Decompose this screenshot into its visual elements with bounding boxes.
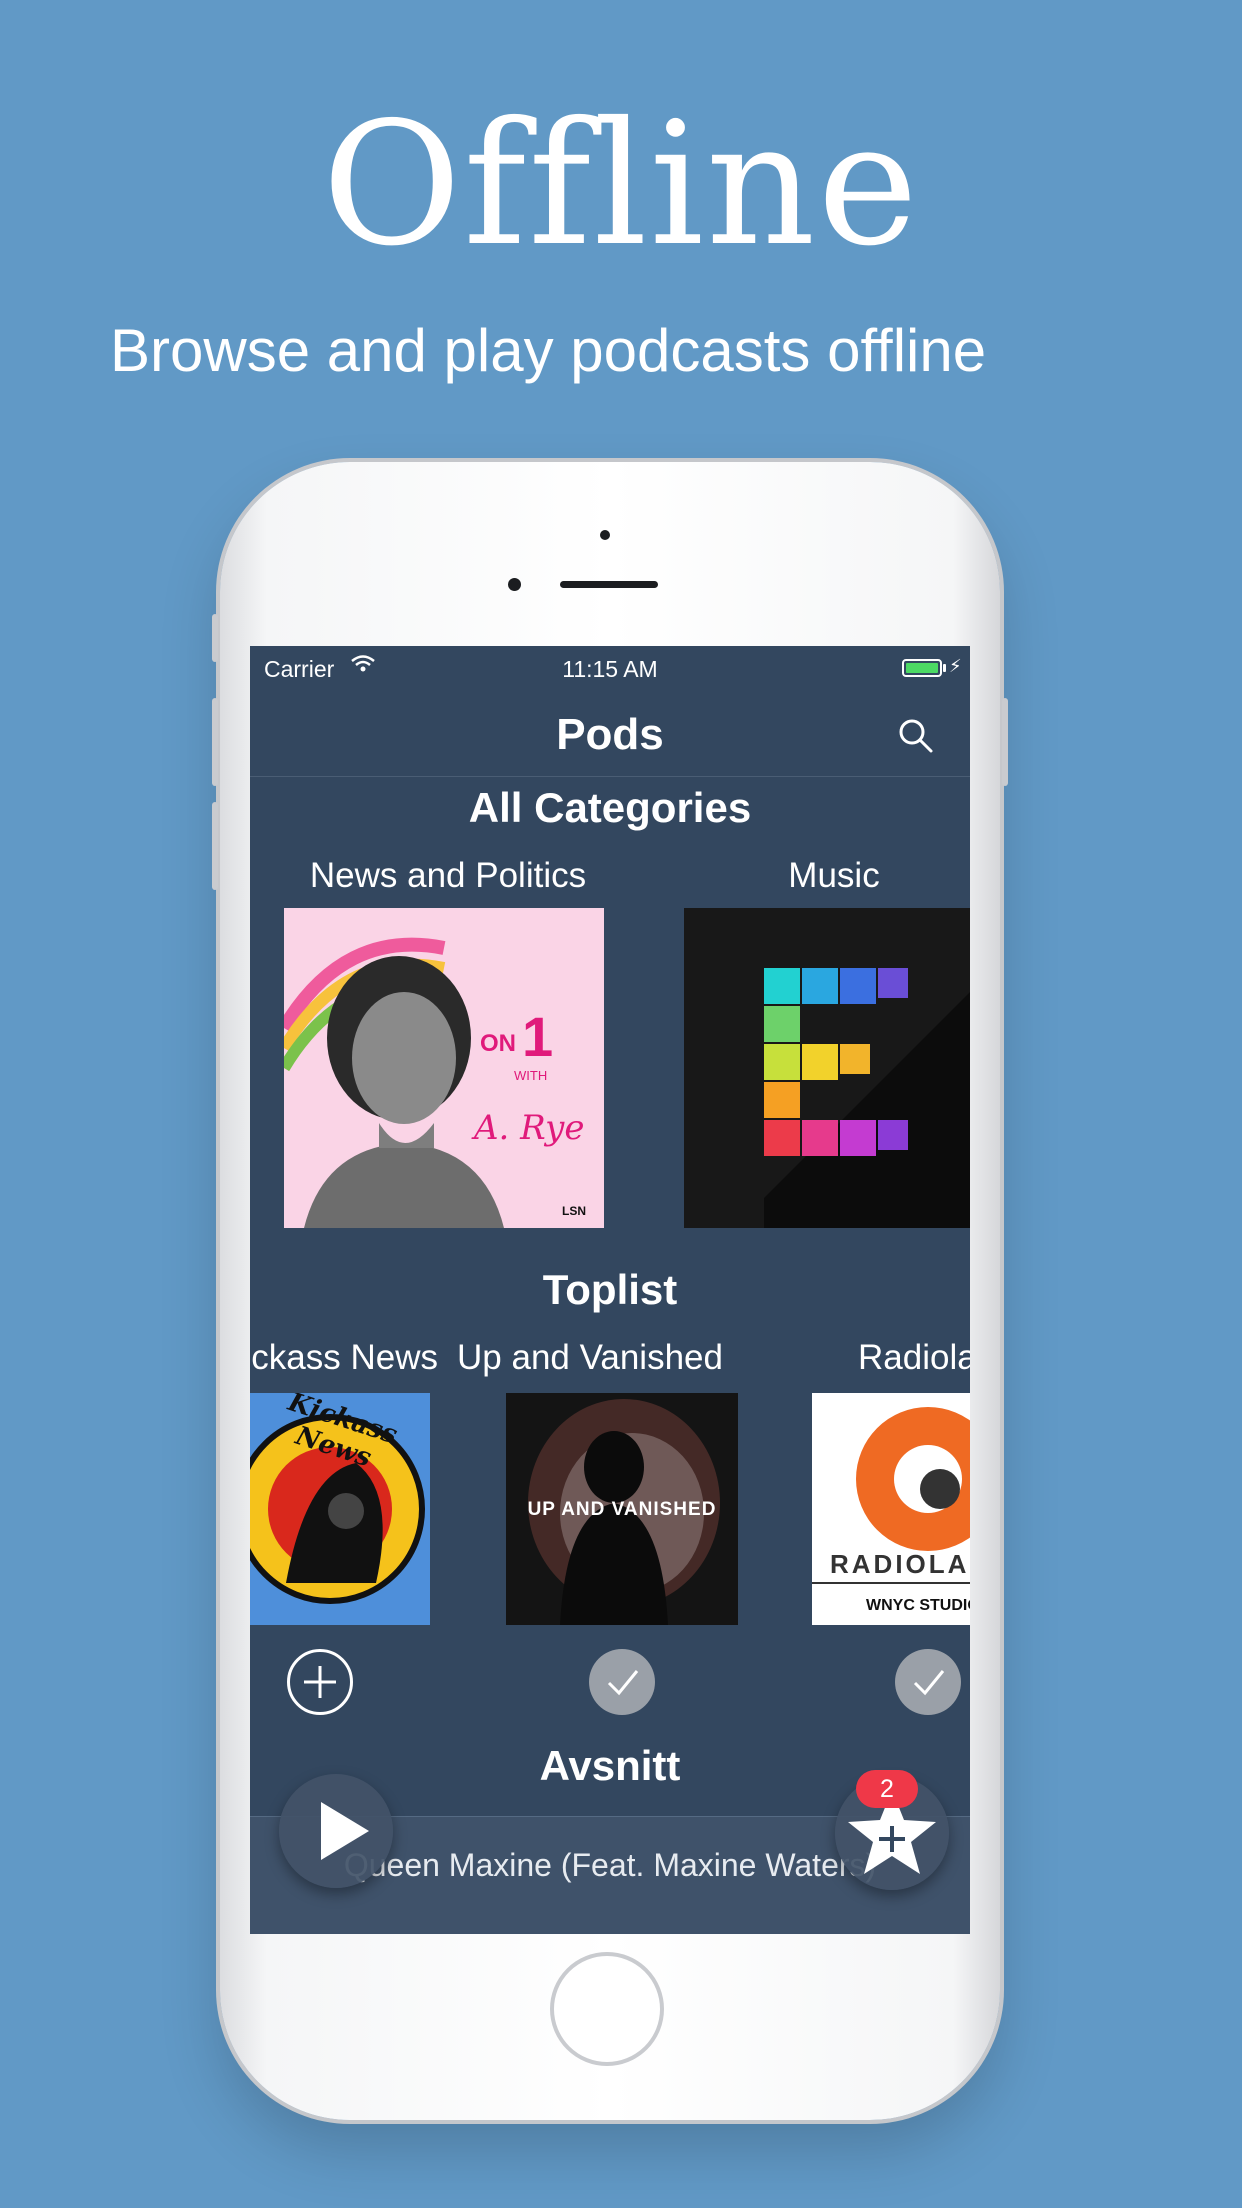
front-camera (600, 530, 610, 540)
proximity-sensor (508, 578, 521, 591)
hero-subtitle: Browse and play podcasts offline (110, 317, 987, 384)
charging-icon: ⚡ (949, 656, 962, 676)
category-art-news[interactable]: ON 1 WITH A. Rye LSN (284, 908, 604, 1228)
toplist-heading: Toplist (542, 1266, 678, 1313)
status-bar: Carrier 11:15 AM ⚡ (250, 646, 970, 690)
volume-down-button (212, 802, 218, 890)
play-button[interactable] (279, 1774, 393, 1888)
toplist-label-vanished[interactable]: Up and Vanished (440, 1338, 740, 1378)
app-screen: Carrier 11:15 AM ⚡ Pods All Categories N… (250, 646, 970, 1934)
mute-switch (212, 614, 218, 662)
volume-up-button (212, 698, 218, 786)
favorites-badge: 2 (856, 1770, 918, 1808)
art-text-name: A. Rye (474, 1108, 585, 1148)
categories-heading: All Categories (468, 784, 752, 831)
battery-tip (943, 664, 946, 672)
art-text-with: WITH (514, 1068, 548, 1083)
art-text-number: 1 (522, 1005, 554, 1068)
toplist-label-radiolab[interactable]: Radiolab (858, 1338, 970, 1378)
status-time: 11:15 AM (562, 656, 658, 682)
hero-title: Offline (321, 86, 921, 284)
toplist-art-kickass[interactable]: Kickass News (250, 1393, 430, 1625)
category-art-music[interactable] (684, 908, 970, 1228)
toplist-art-radiolab-text: RADIOLAB (830, 1549, 970, 1579)
toplist-art-vanished-text: UP AND VANISHED (527, 1499, 717, 1520)
battery-icon (902, 659, 942, 677)
toplist-label-kickass[interactable]: Kickass News (250, 1338, 438, 1378)
home-button[interactable] (550, 1952, 664, 2066)
toplist-art-radiolab[interactable]: RADIOLAB WNYC STUDIOS (812, 1393, 970, 1625)
art-text-network: LSN (562, 1204, 586, 1218)
nav-bar: Pods (250, 690, 970, 777)
subscribed-button-radiolab[interactable] (895, 1649, 961, 1715)
subscribe-button-kickass[interactable] (287, 1649, 353, 1715)
power-button (1002, 698, 1008, 786)
art-text-on: ON (480, 1030, 516, 1057)
earpiece-speaker (560, 581, 658, 588)
category-label-news[interactable]: News and Politics (288, 856, 608, 896)
subscribed-button-vanished[interactable] (589, 1649, 655, 1715)
category-label-music[interactable]: Music (684, 856, 970, 896)
toplist-art-vanished[interactable]: UP AND VANISHED (506, 1393, 738, 1625)
search-icon[interactable] (896, 716, 936, 756)
nav-title: Pods (556, 710, 664, 759)
toplist-art-radiolab-sub: WNYC STUDIOS (866, 1597, 970, 1614)
